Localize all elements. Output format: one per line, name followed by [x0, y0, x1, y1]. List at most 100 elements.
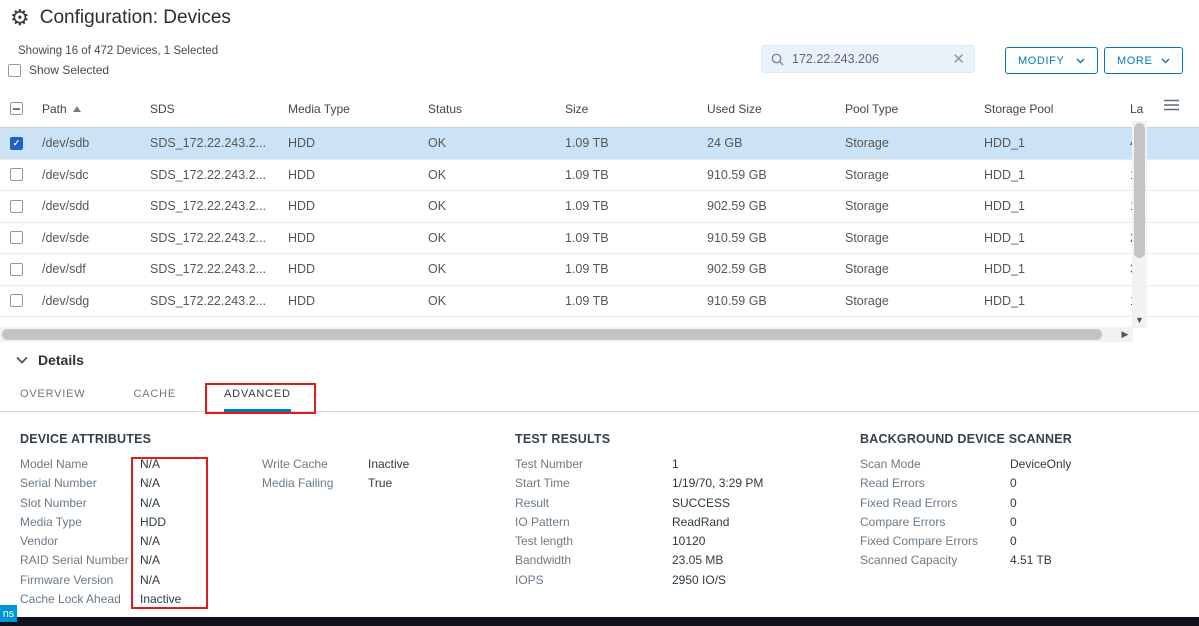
- table-row[interactable]: /dev/sdgSDS_172.22.243.2...HDDOK1.09 TB9…: [0, 286, 1199, 318]
- cell-used-size: 910.59 GB: [705, 168, 843, 182]
- tab-advanced[interactable]: ADVANCED: [224, 379, 291, 412]
- horizontal-scrollbar-thumb[interactable]: [2, 329, 1102, 340]
- column-header-status[interactable]: Status: [426, 102, 563, 116]
- attribute-label: Cache Lock Ahead: [20, 590, 140, 609]
- row-checkbox[interactable]: [10, 263, 23, 276]
- column-header-media-type[interactable]: Media Type: [286, 102, 426, 116]
- attribute-value: SUCCESS: [672, 494, 763, 513]
- cell-media-type: HDD: [286, 199, 426, 213]
- device-table-body: ✓/dev/sdbSDS_172.22.243.2...HDDOK1.09 TB…: [0, 128, 1199, 317]
- table-row[interactable]: ✓/dev/sdbSDS_172.22.243.2...HDDOK1.09 TB…: [0, 128, 1199, 160]
- row-checkbox[interactable]: [10, 294, 23, 307]
- horizontal-scrollbar[interactable]: ▶: [0, 327, 1133, 342]
- column-header-sds[interactable]: SDS: [148, 102, 286, 116]
- cell-media-type: HDD: [286, 294, 426, 308]
- column-header-used-size[interactable]: Used Size: [705, 102, 843, 116]
- background-scanner-grid: Scan ModeDeviceOnlyRead Errors0Fixed Rea…: [860, 455, 1072, 571]
- column-header-pool-type[interactable]: Pool Type: [843, 102, 982, 116]
- cell-status: OK: [426, 231, 563, 245]
- column-header-path[interactable]: Path: [40, 102, 148, 116]
- cell-size: 1.09 TB: [563, 136, 705, 150]
- cell-pool-type: Storage: [843, 168, 982, 182]
- column-header-label: SDS: [150, 102, 175, 116]
- attribute-value: 0: [1010, 494, 1072, 513]
- background-scanner-panel: BACKGROUND DEVICE SCANNER Scan ModeDevic…: [860, 432, 1072, 571]
- row-checkbox[interactable]: ✓: [10, 137, 23, 150]
- row-checkbox-cell: [0, 168, 40, 181]
- attribute-label: Scanned Capacity: [860, 551, 1010, 570]
- test-results-grid: Test Number1Start Time1/19/70, 3:29 PMRe…: [515, 455, 763, 590]
- tab-cache[interactable]: CACHE: [134, 379, 177, 412]
- attribute-label: Fixed Read Errors: [860, 494, 1010, 513]
- device-attributes-panel: DEVICE ATTRIBUTES Model NameN/ASerial Nu…: [20, 432, 409, 609]
- clear-search-icon[interactable]: ✕: [952, 52, 965, 67]
- attribute-label: Result: [515, 494, 672, 513]
- cell-pool-type: Storage: [843, 294, 982, 308]
- cell-storage-pool: HDD_1: [982, 262, 1128, 276]
- details-tabs: OVERVIEW CACHE ADVANCED: [0, 379, 1199, 412]
- attribute-label: Read Errors: [860, 474, 1010, 493]
- attribute-label: Write Cache: [262, 455, 368, 474]
- table-row[interactable]: /dev/sdeSDS_172.22.243.2...HDDOK1.09 TB9…: [0, 223, 1199, 255]
- attribute-value: N/A: [140, 551, 262, 570]
- search-box[interactable]: ✕: [761, 45, 975, 73]
- attribute-label: Test Number: [515, 455, 672, 474]
- cell-path: /dev/sdg: [40, 294, 148, 308]
- attribute-value: Inactive: [140, 590, 262, 609]
- vertical-scrollbar-thumb[interactable]: [1134, 123, 1145, 258]
- cell-path: /dev/sdb: [40, 136, 148, 150]
- cell-media-type: HDD: [286, 168, 426, 182]
- more-button[interactable]: MORE: [1104, 47, 1183, 74]
- attribute-value: 10120: [672, 532, 763, 551]
- show-selected-checkbox[interactable]: [8, 64, 21, 77]
- cell-size: 1.09 TB: [563, 262, 705, 276]
- cell-status: OK: [426, 294, 563, 308]
- table-row[interactable]: /dev/sdfSDS_172.22.243.2...HDDOK1.09 TB9…: [0, 254, 1199, 286]
- cell-storage-pool: HDD_1: [982, 199, 1128, 213]
- row-checkbox[interactable]: [10, 168, 23, 181]
- cell-media-type: HDD: [286, 231, 426, 245]
- cell-sds: SDS_172.22.243.2...: [148, 294, 286, 308]
- attribute-value: 0: [1010, 532, 1072, 551]
- attribute-value: 1/19/70, 3:29 PM: [672, 474, 763, 493]
- select-all-checkbox[interactable]: [10, 102, 23, 115]
- column-header-label: Pool Type: [845, 102, 898, 116]
- column-header-label: Storage Pool: [984, 102, 1053, 116]
- attribute-value: N/A: [140, 455, 262, 474]
- cell-storage-pool: HDD_1: [982, 136, 1128, 150]
- tab-overview[interactable]: OVERVIEW: [20, 379, 86, 412]
- device-attributes-grid2: Write CacheInactiveMedia FailingTrue: [262, 455, 409, 494]
- details-collapse-header[interactable]: Details: [16, 352, 84, 368]
- devices-table: PathSDS Media TypeStatusSize Used SizePool…: [0, 90, 1199, 317]
- test-results-heading: TEST RESULTS: [515, 432, 763, 446]
- cell-used-size: 902.59 GB: [705, 199, 843, 213]
- attribute-label: Test length: [515, 532, 672, 551]
- row-checkbox[interactable]: [10, 200, 23, 213]
- column-header-label: Size: [565, 102, 588, 116]
- attribute-value: 2950 IO/S: [672, 571, 763, 590]
- scroll-right-arrow-icon[interactable]: ▶: [1117, 327, 1133, 342]
- column-settings-icon[interactable]: [1164, 99, 1179, 111]
- column-header-size[interactable]: Size: [563, 102, 705, 116]
- details-title: Details: [38, 352, 84, 368]
- column-header-storage-pool[interactable]: Storage Pool: [982, 102, 1128, 116]
- attribute-label: Vendor: [20, 532, 140, 551]
- scroll-down-arrow-icon[interactable]: ▼: [1132, 312, 1147, 328]
- cell-pool-type: Storage: [843, 262, 982, 276]
- table-row[interactable]: /dev/sddSDS_172.22.243.2...HDDOK1.09 TB9…: [0, 191, 1199, 223]
- search-input[interactable]: [792, 52, 944, 66]
- vertical-scrollbar[interactable]: ▼: [1132, 121, 1147, 328]
- cell-media-type: HDD: [286, 136, 426, 150]
- show-selected-toggle[interactable]: Show Selected: [8, 63, 109, 77]
- gear-icon: ⚙: [10, 7, 30, 29]
- cell-sds: SDS_172.22.243.2...: [148, 262, 286, 276]
- attribute-label: Fixed Compare Errors: [860, 532, 1010, 551]
- table-row[interactable]: /dev/sdcSDS_172.22.243.2...HDDOK1.09 TB9…: [0, 160, 1199, 192]
- modify-button[interactable]: MODIFY: [1005, 47, 1098, 74]
- cell-status: OK: [426, 136, 563, 150]
- attribute-value: 4.51 TB: [1010, 551, 1072, 570]
- modify-button-label: MODIFY: [1018, 55, 1064, 67]
- attribute-label: Scan Mode: [860, 455, 1010, 474]
- row-checkbox[interactable]: [10, 231, 23, 244]
- attribute-value: 1: [672, 455, 763, 474]
